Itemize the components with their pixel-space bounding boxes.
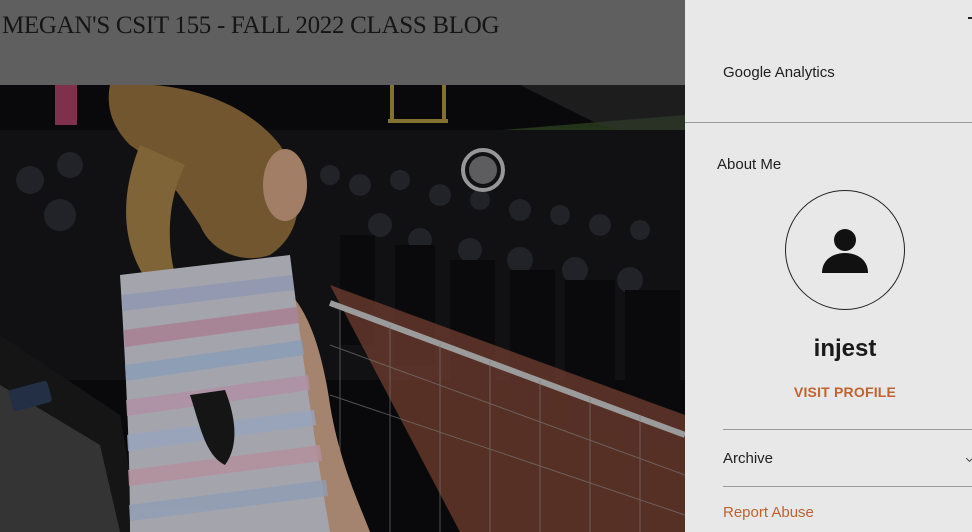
chevron-down-icon[interactable] xyxy=(965,454,972,463)
blog-header: MEGAN'S CSIT 155 - FALL 2022 CLASS BLOG xyxy=(0,0,685,85)
about-me-heading: About Me xyxy=(717,156,782,173)
profile-name: injest xyxy=(813,335,877,362)
archive-toggle[interactable]: Archive xyxy=(723,450,773,467)
sidebar-panel: Google Analytics About Me injest VISIT P… xyxy=(685,0,972,532)
divider xyxy=(723,486,972,487)
google-analytics-label: Google Analytics xyxy=(723,64,835,81)
page: MEGAN'S CSIT 155 - FALL 2022 CLASS BLOG xyxy=(0,0,972,532)
blog-title[interactable]: MEGAN'S CSIT 155 - FALL 2022 CLASS BLOG xyxy=(2,12,500,40)
hero-image xyxy=(0,85,685,532)
person-icon xyxy=(822,229,868,273)
close-icon[interactable] xyxy=(968,17,972,19)
divider xyxy=(685,122,972,123)
divider xyxy=(723,429,972,430)
report-abuse-link[interactable]: Report Abuse xyxy=(723,504,814,521)
visit-profile-link[interactable]: VISIT PROFILE xyxy=(685,384,972,400)
avatar[interactable] xyxy=(785,190,905,310)
